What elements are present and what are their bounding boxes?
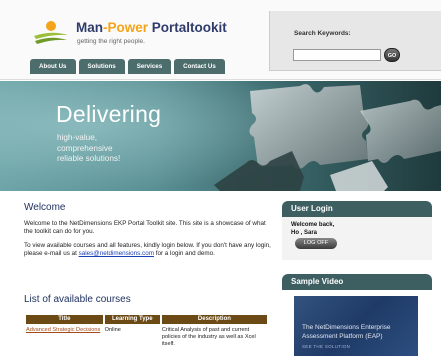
courses-table: Title Learning Type Description Advanced…: [24, 315, 269, 348]
video-caption-line: Assessment Platform (EAP): [302, 332, 383, 340]
search-panel: Search Keywords: GO: [269, 11, 441, 71]
logo-swoosh-icon: [34, 21, 68, 44]
course-description-cell: Critical Analysis of past and current po…: [161, 327, 256, 347]
table-row: Advanced Strategic Decisions Online Crit…: [26, 324, 267, 348]
video-caption: The NetDimensions Enterprise Assessment …: [302, 324, 391, 341]
nav-tab-solutions[interactable]: Solutions: [78, 59, 125, 74]
user-login-panel: Welcome back, Ho , Sara LOG OFF: [282, 217, 432, 260]
site-logo[interactable]: Man-Power Portaltookit getting the right…: [32, 18, 282, 50]
search-input[interactable]: [293, 49, 381, 61]
course-title-cell: Advanced Strategic Decisions: [26, 324, 103, 348]
user-login-heading: User Login: [282, 201, 432, 217]
hero-banner: Delivering high-value, comprehensive rel…: [0, 81, 441, 191]
search-go-button[interactable]: GO: [384, 48, 400, 62]
site-header: Man-Power Portaltookit getting the right…: [0, 0, 441, 80]
table-header-row: Title Learning Type Description: [26, 315, 267, 324]
column-header-learning-type: Learning Type: [104, 315, 160, 324]
welcome-back-text: Welcome back,: [291, 222, 335, 228]
page: Man-Power Portaltookit getting the right…: [0, 0, 441, 356]
column-header-description: Description: [161, 315, 267, 324]
banner-subtext: high-value, comprehensive reliable solut…: [57, 133, 120, 165]
banner-subtext-line: high-value,: [57, 133, 98, 142]
welcome-paragraph: Welcome to the NetDimensions EKP Portal …: [24, 220, 266, 235]
login-instructions-paragraph: To view available courses and all featur…: [24, 242, 274, 258]
nav-tab-about-us[interactable]: About Us: [30, 59, 76, 74]
user-name-text: Ho , Sara: [291, 229, 318, 236]
main-nav: About Us Solutions Services Contact Us: [30, 59, 225, 74]
welcome-heading: Welcome: [24, 202, 66, 213]
right-sidebar: User Login Welcome back, Ho , Sara LOG O…: [282, 195, 432, 356]
banner-headline: Delivering: [56, 101, 162, 127]
course-learning-type-cell: Online: [104, 327, 121, 333]
courses-heading: List of available courses: [24, 294, 131, 305]
video-subcaption: SEE THE SOLUTION: [302, 344, 351, 349]
logo-tagline: getting the right people.: [77, 38, 145, 45]
sales-email-link[interactable]: sales@netdimensions.com: [79, 250, 154, 257]
main-content: Welcome Welcome to the NetDimensions EKP…: [0, 192, 280, 356]
login-welcome-text: Welcome back, Ho , Sara: [291, 222, 334, 237]
search-label: Search Keywords:: [294, 30, 351, 37]
banner-subtext-line: comprehensive: [57, 143, 113, 153]
nav-tab-services[interactable]: Services: [127, 59, 172, 74]
sample-video-player[interactable]: The NetDimensions Enterprise Assessment …: [294, 296, 418, 356]
nav-tab-contact-us[interactable]: Contact Us: [174, 59, 225, 74]
course-title-link[interactable]: Advanced Strategic Decisions: [26, 327, 100, 333]
instructions-text-end: for a login and demo.: [153, 250, 215, 257]
sample-video-heading: Sample Video: [282, 274, 432, 290]
column-header-title: Title: [26, 315, 103, 324]
log-off-button[interactable]: LOG OFF: [295, 238, 337, 249]
video-caption-line: The NetDimensions Enterprise: [302, 324, 391, 331]
banner-subtext-line: reliable solutions!: [57, 154, 121, 163]
logo-title: Man-Power Portaltookit: [76, 20, 227, 35]
